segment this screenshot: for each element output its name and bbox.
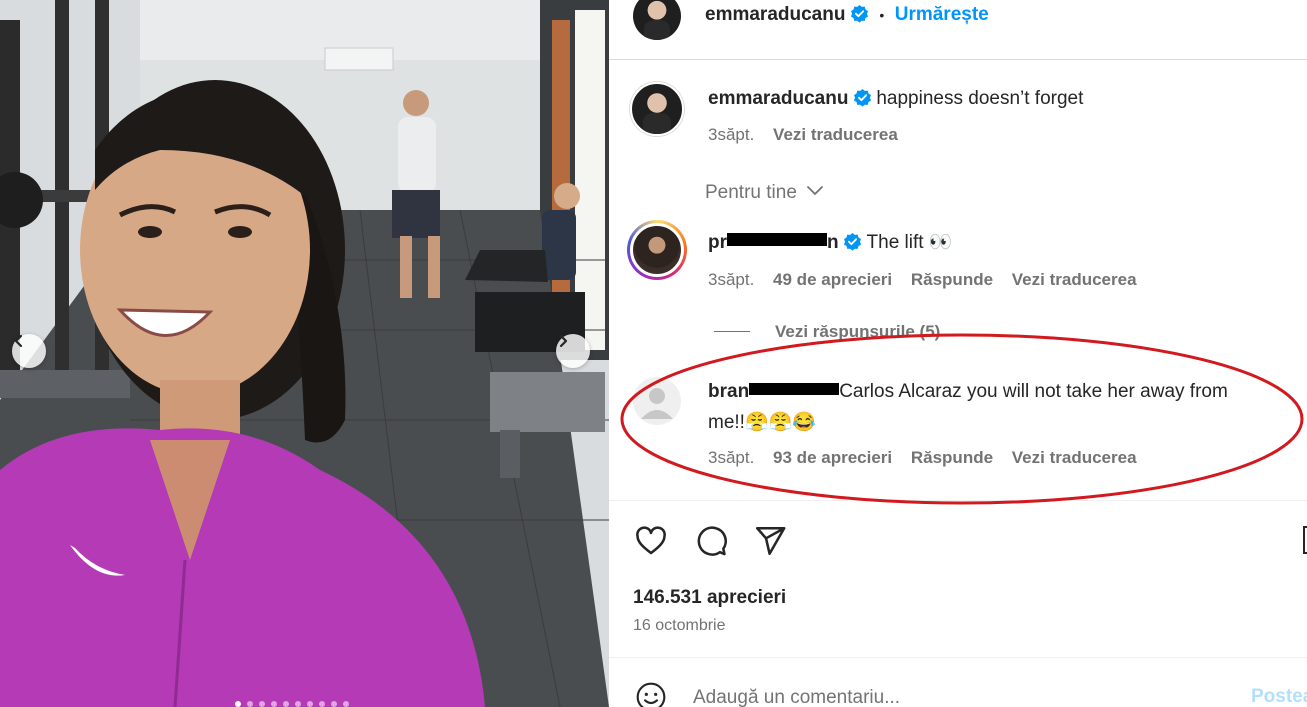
- carousel-dot: [283, 701, 289, 707]
- likes-count[interactable]: 146.531 aprecieri: [633, 587, 786, 609]
- caption-username[interactable]: emmaraducanu: [708, 88, 848, 109]
- comment-1-text: The lift 👀: [866, 232, 953, 253]
- bookmark-icon[interactable]: [1303, 526, 1307, 554]
- comment-1-username-tail: n: [827, 232, 839, 253]
- verified-badge-icon: [844, 232, 862, 251]
- carousel-dot: [295, 701, 301, 707]
- smiley-icon: [636, 682, 666, 707]
- view-replies-label: Vezi răspunsurile (5): [775, 322, 941, 341]
- chevron-left-icon: [14, 334, 23, 348]
- comment-1-meta: 3săpt. 49 de aprecieri Răspunde Vezi tra…: [708, 270, 1137, 290]
- carousel-dot: [259, 701, 265, 707]
- post-photo: [0, 0, 609, 707]
- comment-2-reply-button[interactable]: Răspunde: [911, 448, 993, 467]
- comment-2-meta: 3săpt. 93 de aprecieri Răspunde Vezi tra…: [708, 448, 1137, 468]
- carousel-dot: [319, 701, 325, 707]
- carousel-dot: [343, 701, 349, 707]
- caption-avatar[interactable]: [630, 82, 684, 136]
- comment-2-text-line1: Carlos Alcaraz you will not take her awa…: [839, 381, 1228, 402]
- chevron-right-icon: [559, 334, 568, 348]
- header-separator: •: [879, 7, 885, 23]
- replies-divider-line: [714, 331, 750, 332]
- author-avatar[interactable]: [633, 0, 681, 40]
- post-header: emmaraducanu • Urmărește: [609, 0, 1307, 60]
- actions-divider: [609, 500, 1307, 501]
- header-username[interactable]: emmaraducanu: [705, 4, 845, 25]
- heart-icon: [636, 526, 666, 555]
- comment-sort-dropdown[interactable]: Pentru tine: [705, 182, 824, 204]
- carousel-prev-button[interactable]: [12, 334, 46, 368]
- comment-2-likes[interactable]: 93 de aprecieri: [773, 448, 892, 467]
- share-button[interactable]: [752, 524, 788, 563]
- comment-avatar: [630, 223, 684, 277]
- carousel-dot: [331, 701, 337, 707]
- carousel-next-button[interactable]: [556, 334, 590, 368]
- comment-sort-label: Pentru tine: [705, 182, 797, 203]
- comment-avatar-story-ring[interactable]: [627, 220, 687, 280]
- redaction-bar: [749, 383, 840, 395]
- comment-1-time[interactable]: 3săpt.: [708, 270, 754, 289]
- caption-translate-link[interactable]: Vezi traducerea: [773, 125, 898, 144]
- default-user-icon: [641, 388, 673, 419]
- verified-badge-icon: [853, 88, 871, 107]
- caption-text: happiness doesn’t forget: [876, 88, 1084, 109]
- comment-1-reply-button[interactable]: Răspunde: [911, 270, 993, 289]
- comment-box-divider: [609, 657, 1307, 658]
- comment-avatar-default[interactable]: [633, 377, 681, 425]
- comment-2-username[interactable]: bran: [708, 381, 749, 402]
- comment-2-time[interactable]: 3săpt.: [708, 448, 754, 467]
- comment-1-translate-link[interactable]: Vezi traducerea: [1012, 270, 1137, 289]
- comment-2-translate-link[interactable]: Vezi traducerea: [1012, 448, 1137, 467]
- post-comment-button[interactable]: Postează: [1251, 686, 1307, 707]
- verified-badge-icon: [850, 4, 868, 23]
- comment-2-text-line2: me!!😤😤😂: [708, 412, 816, 433]
- comment-1-username[interactable]: pr: [708, 232, 727, 253]
- carousel-dot: [235, 701, 241, 707]
- post-side-panel: emmaraducanu • Urmărește emmaraducanu ha…: [609, 0, 1307, 707]
- speech-bubble-icon: [697, 526, 727, 556]
- comment-2: bran Carlos Alcaraz you will not take her…: [708, 381, 1228, 403]
- comment-1: pr n The lift 👀: [708, 230, 952, 254]
- paper-plane-icon: [755, 526, 786, 556]
- view-replies-button[interactable]: Vezi răspunsurile (5): [714, 322, 940, 342]
- comment-button[interactable]: [693, 524, 729, 563]
- gym-selfie-illustration: [0, 0, 609, 707]
- chevron-down-icon: [807, 186, 824, 195]
- caption: emmaraducanu happiness doesn’t forget: [708, 88, 1083, 110]
- header-author: emmaraducanu • Urmărește: [705, 4, 989, 26]
- follow-button[interactable]: Urmărește: [895, 4, 989, 25]
- carousel-indicator: [235, 701, 349, 707]
- post-date: 16 octombrie: [633, 617, 726, 634]
- carousel-dot: [247, 701, 253, 707]
- comment-input[interactable]: [693, 683, 1213, 707]
- caption-meta: 3săpt. Vezi traducerea: [708, 125, 898, 145]
- caption-time[interactable]: 3săpt.: [708, 125, 754, 144]
- carousel-dot: [307, 701, 313, 707]
- redaction-bar: [727, 233, 827, 246]
- like-button[interactable]: [633, 524, 669, 563]
- carousel-dot: [271, 701, 277, 707]
- emoji-button[interactable]: [635, 681, 667, 707]
- comment-1-likes[interactable]: 49 de aprecieri: [773, 270, 892, 289]
